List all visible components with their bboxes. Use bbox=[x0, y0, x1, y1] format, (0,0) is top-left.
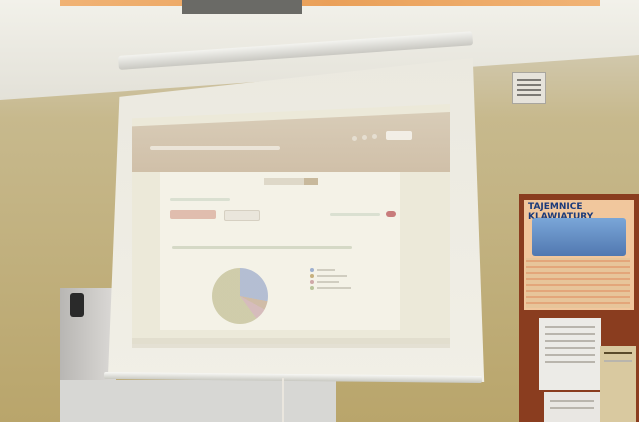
ceiling-grill bbox=[182, 0, 302, 14]
projected-pie-chart bbox=[212, 268, 268, 324]
pinned-paper bbox=[600, 346, 636, 422]
pinned-paper bbox=[544, 392, 600, 422]
projected-header-dot bbox=[372, 134, 377, 139]
legend-line bbox=[317, 287, 351, 289]
legend-dot bbox=[310, 280, 314, 284]
legend-line bbox=[317, 275, 347, 277]
projected-text-line bbox=[170, 198, 230, 201]
keyboard-image bbox=[532, 218, 626, 256]
projected-text-line bbox=[330, 213, 380, 216]
legend-dot bbox=[310, 268, 314, 272]
projected-taskbar bbox=[132, 338, 450, 348]
whiteboard-lower bbox=[60, 380, 336, 422]
legend-dot bbox=[310, 274, 314, 278]
projected-header-dot bbox=[352, 136, 357, 141]
projected-title-text bbox=[150, 146, 280, 150]
whiteboard-magnet bbox=[70, 293, 84, 317]
projected-chip bbox=[170, 210, 216, 219]
ceiling-light-strip bbox=[60, 0, 600, 6]
projected-header-button bbox=[386, 131, 412, 140]
legend-dot bbox=[310, 286, 314, 290]
projected-question-line bbox=[172, 246, 352, 249]
poster-table bbox=[526, 258, 630, 308]
projected-form-card bbox=[160, 172, 400, 330]
legend-line bbox=[317, 269, 335, 271]
screen-pull-cord bbox=[282, 378, 284, 422]
pinned-paper bbox=[539, 318, 601, 390]
air-vent bbox=[512, 72, 546, 104]
projected-header-dot bbox=[362, 135, 367, 140]
legend-line bbox=[317, 281, 339, 283]
projected-chip bbox=[224, 210, 260, 221]
projected-toggle bbox=[386, 211, 396, 217]
projected-tab-active bbox=[304, 178, 318, 185]
